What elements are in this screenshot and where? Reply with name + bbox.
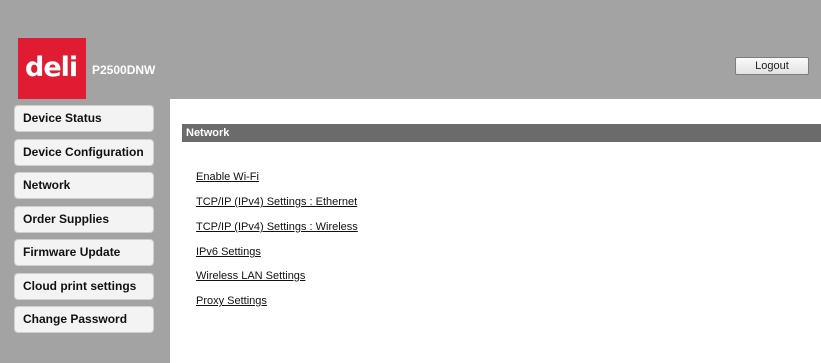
link-enable-wifi[interactable]: Enable Wi-Fi: [196, 171, 259, 184]
logout-button[interactable]: Logout: [735, 57, 809, 75]
sidebar-item-network[interactable]: Network: [14, 172, 154, 199]
section-title: Network: [182, 124, 821, 142]
sidebar-item-device-status[interactable]: Device Status: [14, 105, 154, 132]
sidebar-item-device-configuration[interactable]: Device Configuration: [14, 139, 154, 166]
header: deli P2500DNW Logout: [0, 0, 821, 99]
link-proxy-settings[interactable]: Proxy Settings: [196, 295, 267, 308]
printer-model: P2500DNW: [92, 63, 156, 77]
link-tcpip-wireless[interactable]: TCP/IP (IPv4) Settings : Wireless: [196, 221, 358, 234]
link-ipv6-settings[interactable]: IPv6 Settings: [196, 246, 261, 259]
sidebar-item-cloud-print-settings[interactable]: Cloud print settings: [14, 273, 154, 300]
sidebar-item-firmware-update[interactable]: Firmware Update: [14, 239, 154, 266]
sidebar-item-order-supplies[interactable]: Order Supplies: [14, 206, 154, 233]
logo-text: deli: [25, 52, 78, 83]
content-panel: Network Enable Wi-Fi TCP/IP (IPv4) Setti…: [170, 99, 821, 363]
link-tcpip-ethernet[interactable]: TCP/IP (IPv4) Settings : Ethernet: [196, 196, 357, 209]
brand-logo: deli: [18, 38, 86, 99]
link-wireless-lan-settings[interactable]: Wireless LAN Settings: [196, 270, 305, 283]
sidebar-nav: Device Status Device Configuration Netwo…: [0, 99, 170, 363]
sidebar-item-change-password[interactable]: Change Password: [14, 306, 154, 333]
